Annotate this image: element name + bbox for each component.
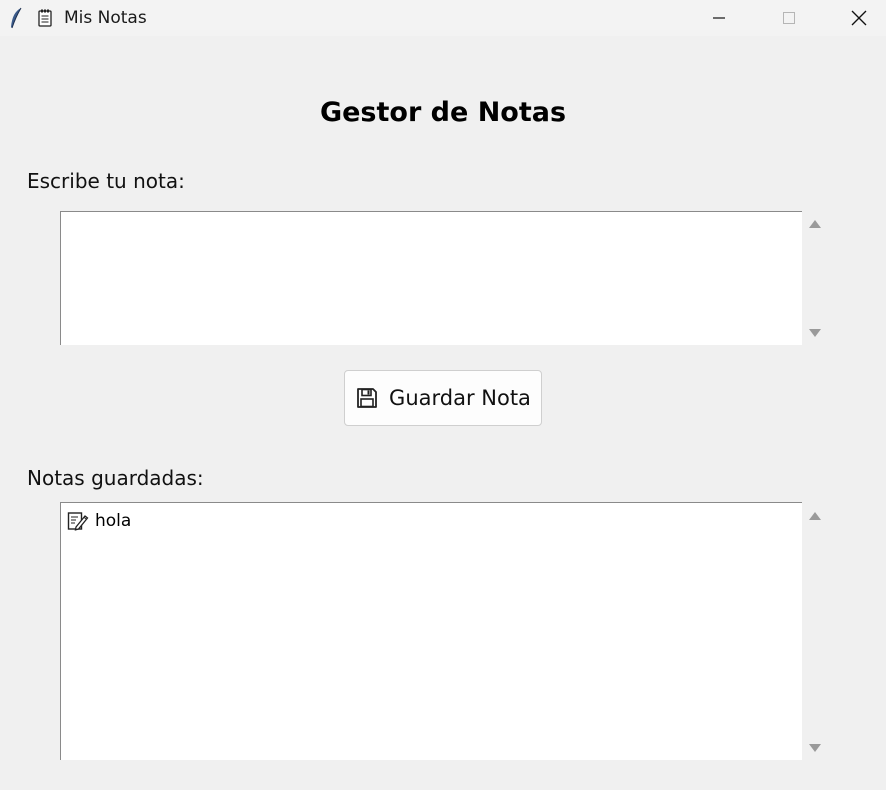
list-item[interactable]: hola bbox=[67, 509, 131, 533]
title-bar[interactable]: Mis Notas bbox=[0, 0, 886, 36]
scroll-up-arrow-icon[interactable] bbox=[809, 220, 821, 228]
saved-notes-label: Notas guardadas: bbox=[27, 466, 204, 490]
note-input-label: Escribe tu nota: bbox=[27, 169, 185, 193]
minimize-icon bbox=[713, 17, 725, 19]
close-icon bbox=[851, 10, 867, 26]
note-input-frame bbox=[60, 211, 802, 345]
scroll-up-arrow-icon[interactable] bbox=[809, 512, 821, 520]
maximize-button[interactable] bbox=[766, 0, 812, 36]
note-input[interactable] bbox=[61, 212, 802, 345]
feather-icon bbox=[11, 7, 22, 29]
saved-notes-list[interactable]: hola bbox=[60, 502, 802, 760]
save-note-label: Guardar Nota bbox=[389, 386, 531, 410]
note-input-scrollbar[interactable] bbox=[802, 211, 828, 345]
scroll-down-arrow-icon[interactable] bbox=[809, 329, 821, 337]
window-title: Mis Notas bbox=[64, 8, 147, 28]
page-title: Gestor de Notas bbox=[319, 97, 567, 128]
app-window: Mis Notas Gestor de Notas Escribe tu not… bbox=[0, 0, 886, 790]
close-button[interactable] bbox=[836, 0, 882, 36]
save-note-button[interactable]: Guardar Nota bbox=[344, 370, 542, 426]
maximize-icon bbox=[783, 12, 795, 24]
scroll-down-arrow-icon[interactable] bbox=[809, 744, 821, 752]
note-text: hola bbox=[95, 511, 132, 531]
minimize-button[interactable] bbox=[696, 0, 742, 36]
saved-notes-scrollbar[interactable] bbox=[802, 502, 828, 760]
floppy-disk-icon bbox=[357, 388, 377, 408]
memo-pencil-icon bbox=[67, 512, 89, 531]
notepad-icon bbox=[38, 9, 52, 27]
